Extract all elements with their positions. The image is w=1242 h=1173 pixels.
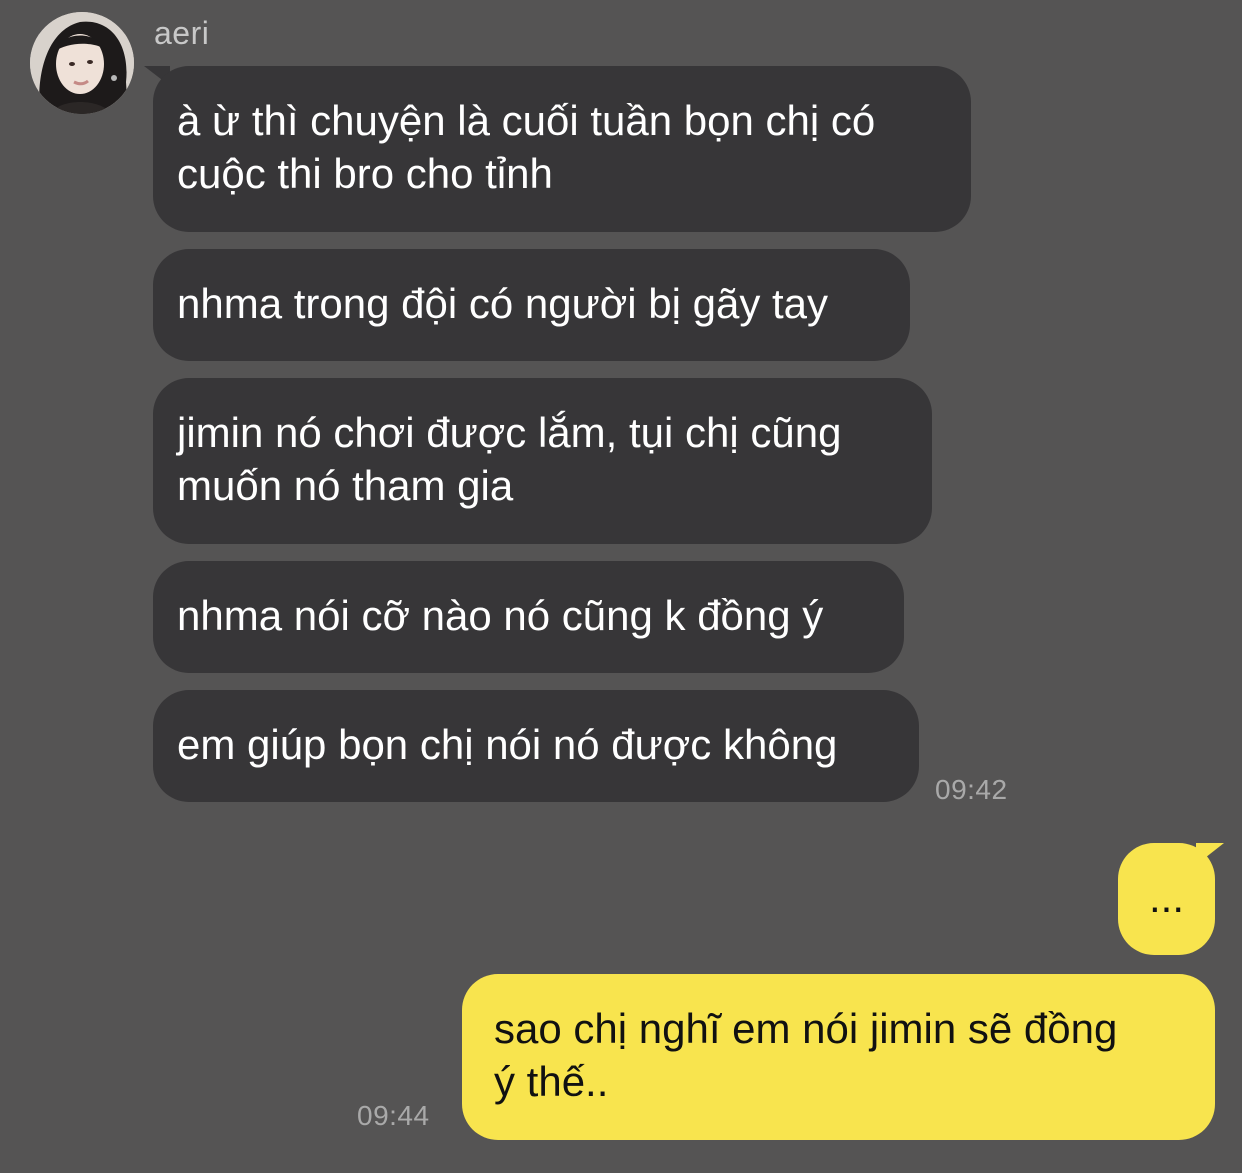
message-text: à ừ thì chuyện là cuối tuần bọn chị có bbox=[177, 97, 876, 144]
message-text: ý thế.. bbox=[494, 1058, 609, 1105]
outgoing-message[interactable]: ... bbox=[1118, 843, 1215, 955]
avatar[interactable] bbox=[30, 12, 134, 114]
message-text: nhma trong đội có người bị gãy tay bbox=[177, 280, 829, 327]
message-timestamp: 09:44 bbox=[357, 1100, 430, 1131]
message-timestamp: 09:42 bbox=[935, 774, 1008, 805]
message-text: jimin nó chơi được lắm, tụi chị cũng bbox=[177, 409, 842, 456]
sender-name: aeri bbox=[154, 15, 210, 51]
message-text: cuộc thi bro cho tỉnh bbox=[177, 150, 553, 197]
profile-photo-icon bbox=[30, 12, 134, 114]
message-text: muốn nó tham gia bbox=[177, 462, 514, 509]
incoming-message[interactable]: nhma trong đội có người bị gãy tay bbox=[153, 249, 910, 361]
outgoing-message[interactable]: sao chị nghĩ em nói jimin sẽ đồng ý thế.… bbox=[462, 974, 1215, 1140]
incoming-message[interactable]: em giúp bọn chị nói nó được không bbox=[153, 690, 919, 802]
message-text: sao chị nghĩ em nói jimin sẽ đồng bbox=[494, 1005, 1118, 1052]
message-text: em giúp bọn chị nói nó được không bbox=[177, 721, 838, 768]
incoming-message[interactable]: nhma nói cỡ nào nó cũng k đồng ý bbox=[153, 561, 904, 673]
incoming-message[interactable]: à ừ thì chuyện là cuối tuần bọn chị có c… bbox=[153, 66, 971, 232]
incoming-message[interactable]: jimin nó chơi được lắm, tụi chị cũng muố… bbox=[153, 378, 932, 544]
message-text: nhma nói cỡ nào nó cũng k đồng ý bbox=[177, 592, 824, 639]
message-text: ... bbox=[1148, 874, 1184, 921]
